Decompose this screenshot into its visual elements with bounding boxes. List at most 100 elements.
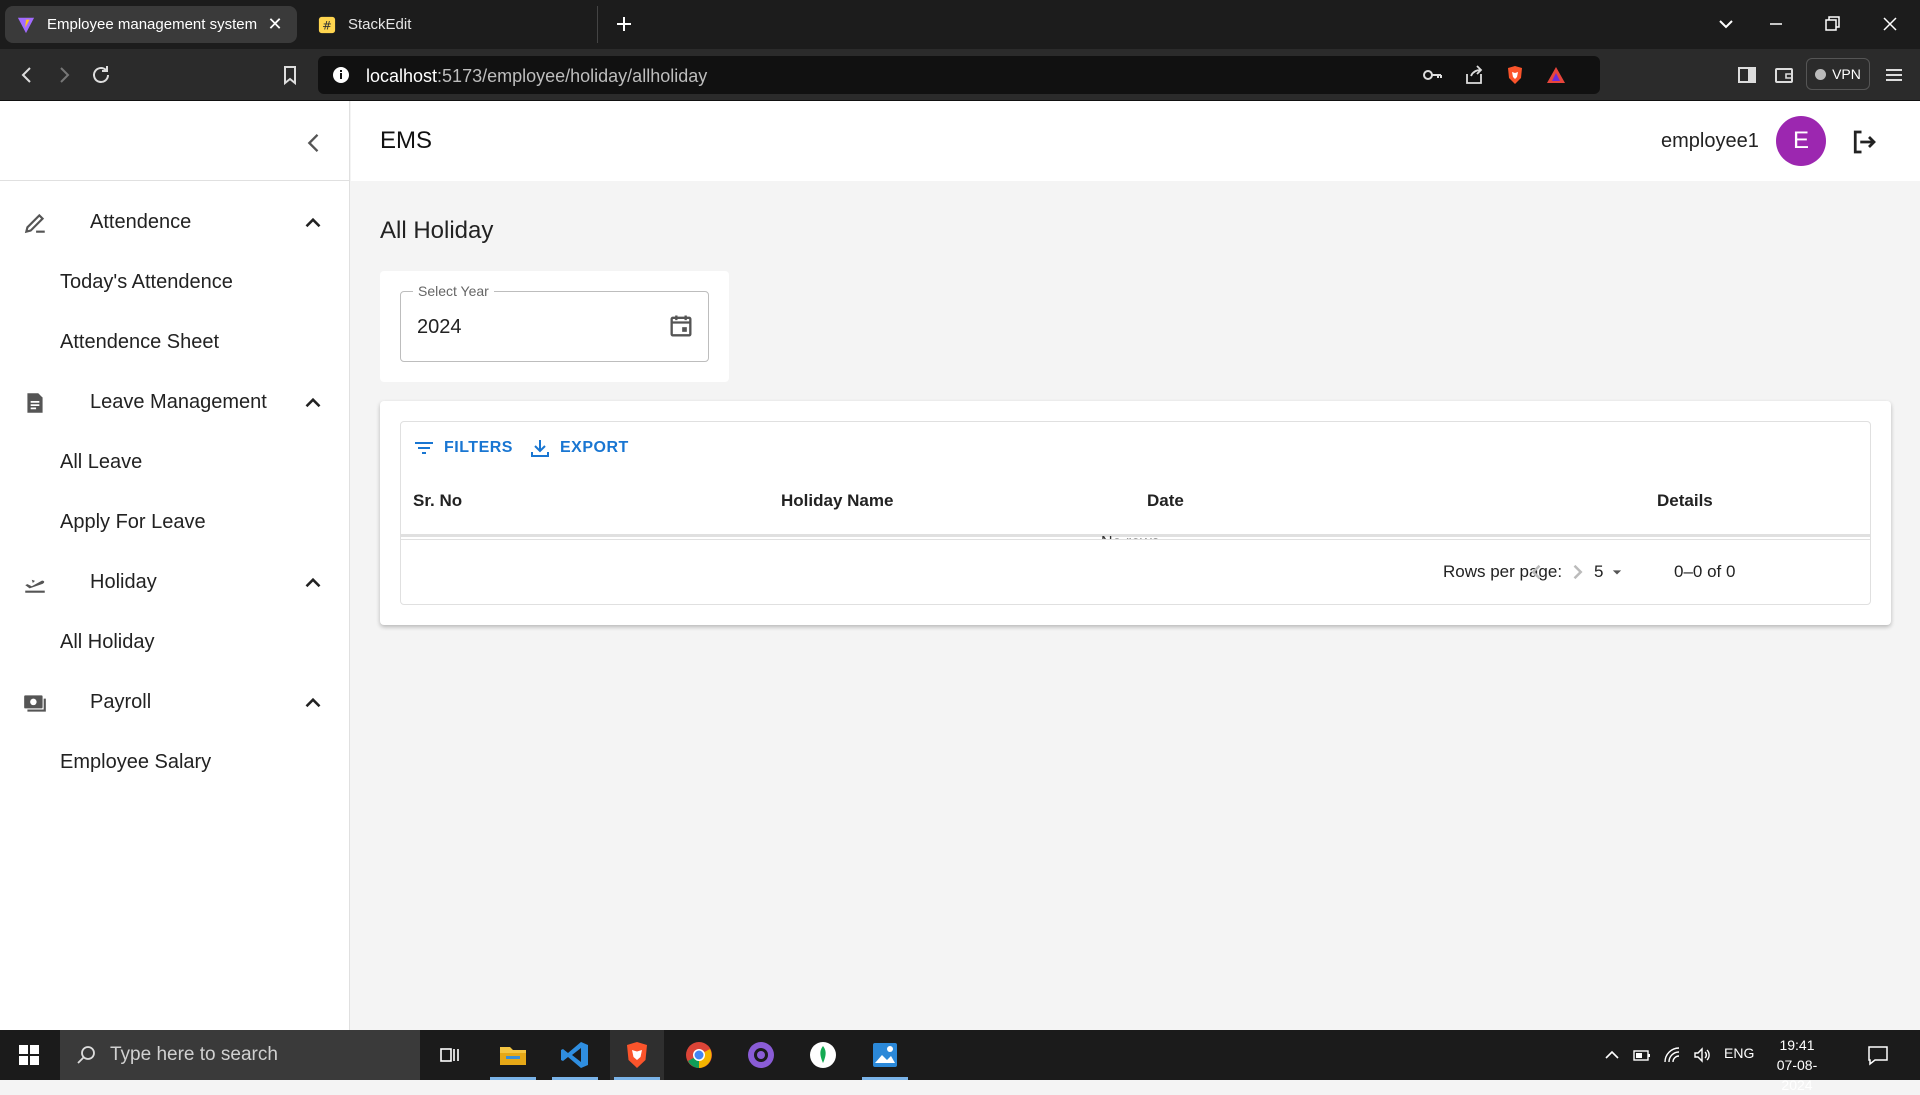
sidebar-toggle-icon[interactable] [1735,63,1759,87]
windows-start-icon[interactable] [18,1044,40,1066]
brave-icon [627,1042,647,1068]
menu-icon[interactable] [1882,63,1906,87]
taskbar: Type here to search ENG 19:41 07-08-2024 [0,1030,1920,1093]
previous-page-icon[interactable] [1522,557,1552,587]
filter-icon [415,442,433,454]
brave-shields-icon[interactable] [1504,64,1526,86]
sidebar-group-leave-management[interactable]: Leave Management [0,372,350,432]
chevron-up-icon[interactable] [300,210,326,236]
taskbar-search[interactable]: Type here to search [60,1030,420,1080]
holiday-data-grid: FILTERS EXPORT Sr. No Holiday Name Date … [400,421,1871,605]
column-header-sr-no[interactable]: Sr. No [413,491,462,511]
logout-icon[interactable] [1849,127,1879,157]
filters-label: FILTERS [444,439,513,456]
brave-rewards-icon[interactable] [1545,64,1567,86]
sidebar-item-all-leave[interactable]: All Leave [60,451,142,474]
chevron-up-icon[interactable] [300,570,326,596]
column-header-holiday-name[interactable]: Holiday Name [781,491,893,511]
volume-icon[interactable] [1692,1045,1712,1065]
taskbar-search-placeholder: Type here to search [110,1044,278,1065]
new-tab-icon[interactable] [612,12,636,36]
page-title: All Holiday [380,217,494,244]
vpn-status-icon [1815,68,1827,80]
sidebar-group-label: Leave Management [90,391,267,413]
column-header-details[interactable]: Details [1657,491,1713,511]
tab-close-icon[interactable]: ✕ [265,14,285,35]
tab-search-chevron-icon[interactable] [1714,12,1738,36]
svg-text:#: # [322,18,332,32]
avatar[interactable]: E [1776,116,1826,166]
photos-icon [873,1043,897,1067]
notifications-icon[interactable] [1866,1043,1890,1067]
show-hidden-icons-icon[interactable] [1602,1045,1622,1065]
taskbar-brave[interactable] [610,1030,664,1080]
rows-per-page-value: 5 [1594,562,1604,581]
select-year-field[interactable]: Select Year 2024 [400,283,709,362]
app-header: EMS employee1 E [351,101,1920,181]
calendar-icon[interactable] [667,312,695,340]
restore-icon[interactable] [1820,12,1844,36]
vscode-icon [561,1042,588,1068]
sidebar-item-apply-for-leave[interactable]: Apply For Leave [60,511,206,534]
wifi-icon[interactable] [1662,1045,1682,1065]
taskbar-vscode[interactable] [548,1030,602,1080]
tab-stackedit[interactable]: # StackEdit [312,6,598,43]
taskbar-clock[interactable]: 19:41 07-08-2024 [1762,1035,1832,1095]
back-icon[interactable] [15,63,39,87]
chevron-up-icon[interactable] [300,390,326,416]
sidebar-item-todays-attendence[interactable]: Today's Attendence [60,271,233,294]
holiday-table-card: FILTERS EXPORT Sr. No Holiday Name Date … [380,401,1891,625]
sidebar-group-label: Holiday [90,571,157,593]
main-content: All Holiday Select Year 2024 FILTERS EXP… [351,181,1920,1030]
vpn-button[interactable]: VPN [1806,58,1870,90]
url-text: localhost:5173/employee/holiday/allholid… [366,66,707,87]
bookmark-icon[interactable] [278,63,302,87]
collapse-sidebar-icon[interactable] [300,129,328,157]
input-language[interactable]: ENG [1724,1045,1754,1061]
taskbar-mongodb-compass[interactable] [796,1030,850,1080]
filters-button[interactable]: FILTERS [412,436,513,460]
rows-per-page-select[interactable]: 5 [1594,562,1627,582]
sidebar-group-attendence[interactable]: Attendence [0,192,350,252]
footer-divider [401,539,1870,540]
browser-tab-bar: Employee management system ✕ # StackEdit [0,0,1920,49]
sidebar-item-all-holiday[interactable]: All Holiday [60,631,154,654]
dropdown-arrow-icon [1613,570,1622,575]
next-page-icon[interactable] [1562,557,1592,587]
wallet-icon[interactable] [1772,63,1796,87]
download-icon [531,440,549,457]
share-icon[interactable] [1463,64,1485,86]
sidebar-group-holiday[interactable]: Holiday [0,552,350,612]
battery-icon[interactable] [1632,1045,1652,1065]
minimize-icon[interactable] [1764,12,1788,36]
sidebar-group-payroll[interactable]: Payroll [0,672,350,732]
chevron-up-icon[interactable] [300,690,326,716]
taskbar-file-explorer[interactable] [486,1030,540,1080]
stackedit-favicon-icon: # [318,16,336,33]
select-year-value[interactable]: 2024 [417,316,462,339]
github-desktop-icon [748,1042,774,1068]
sidebar-header [0,101,349,181]
taskbar-photos[interactable] [858,1030,912,1080]
site-info-icon[interactable] [330,64,352,86]
task-view-button[interactable] [423,1030,477,1080]
export-button[interactable]: EXPORT [528,436,629,460]
reload-icon[interactable] [89,63,113,87]
forward-icon[interactable] [52,63,76,87]
clock-time: 19:41 [1779,1037,1815,1053]
vpn-label: VPN [1832,66,1861,82]
export-label: EXPORT [560,439,629,456]
tab-title: Employee management system [47,16,258,33]
address-bar[interactable]: localhost:5173/employee/holiday/allholid… [318,56,1600,94]
password-key-icon[interactable] [1421,64,1443,86]
year-filter-card: Select Year 2024 [380,271,729,382]
taskbar-github-desktop[interactable] [734,1030,788,1080]
sidebar-item-employee-salary[interactable]: Employee Salary [60,751,211,774]
taskbar-chrome[interactable] [672,1030,726,1080]
sidebar-item-attendence-sheet[interactable]: Attendence Sheet [60,331,219,354]
column-header-date[interactable]: Date [1147,491,1184,511]
flight-takeoff-icon [25,579,45,593]
close-window-icon[interactable] [1878,12,1902,36]
url-host: localhost [366,66,438,86]
tab-employee-management[interactable]: Employee management system ✕ [5,6,297,43]
